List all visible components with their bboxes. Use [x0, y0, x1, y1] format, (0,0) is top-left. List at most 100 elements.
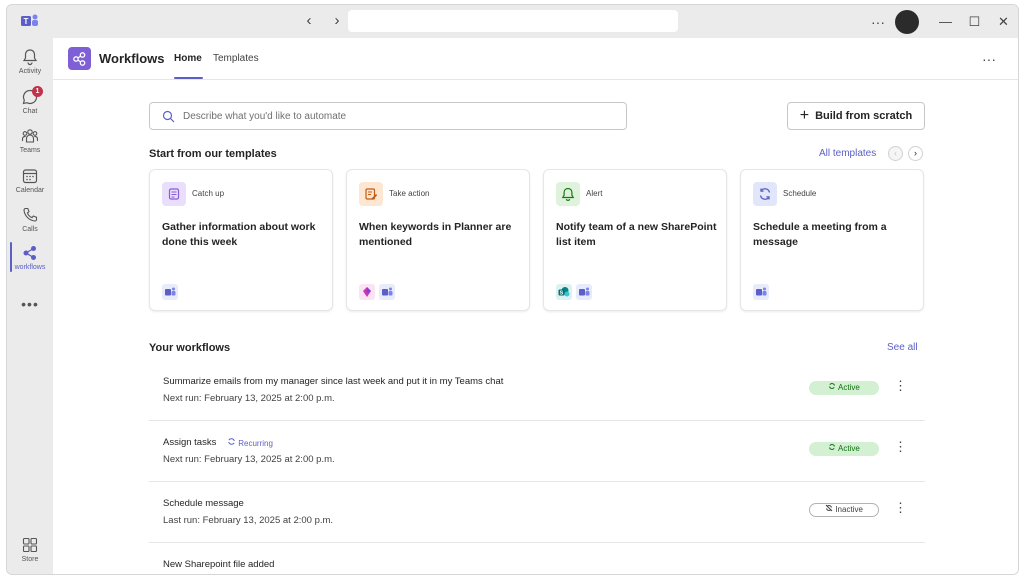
next-templates-button[interactable]: › [908, 146, 923, 161]
store-icon [22, 537, 38, 553]
rail-item-teams[interactable]: Teams [7, 127, 53, 163]
forward-arrow-icon[interactable]: › [329, 13, 345, 29]
card-title: When keywords in Planner are mentioned [359, 221, 512, 248]
card-category: Alert [586, 189, 603, 198]
rail-item-calls[interactable]: Calls [7, 206, 53, 242]
chat-badge: 1 [32, 86, 43, 97]
rail-item-workflows[interactable]: workflows [7, 244, 53, 280]
rail-item-store[interactable]: Store [7, 536, 53, 572]
rail-label: Calendar [15, 187, 45, 194]
status-label: Inactive [835, 505, 863, 514]
template-card-catch-up[interactable]: Catch up Gather information about work d… [149, 169, 333, 311]
plus-icon: + [799, 107, 810, 124]
alert-icon [556, 182, 580, 206]
sync-icon [829, 383, 836, 389]
workflow-run-time: Next run: February 13, 2025 at 2:00 p.m. [163, 393, 335, 404]
phone-icon [23, 207, 38, 222]
card-title: Gather information about work done this … [162, 221, 316, 248]
teams-window: T ‹ › ··· — ☐ ✕ Activity 1 Chat Teams Ca… [6, 4, 1019, 575]
workflow-row[interactable]: New Sharepoint file added [149, 544, 925, 574]
status-badge: Active [809, 381, 879, 395]
row-more-icon[interactable]: ⋮ [894, 378, 907, 394]
minimize-icon[interactable]: — [931, 14, 960, 29]
status-label: Active [837, 383, 860, 392]
all-templates-link[interactable]: All templates [819, 148, 876, 159]
teams-app-icon [379, 284, 395, 300]
tab-home[interactable]: Home [174, 53, 202, 64]
workflow-row[interactable]: Summarize emails from my manager since l… [149, 361, 925, 421]
describe-input[interactable] [183, 108, 613, 125]
card-category: Catch up [192, 189, 225, 198]
maximize-icon[interactable]: ☐ [960, 14, 989, 30]
header-more-icon[interactable]: ··· [982, 51, 996, 67]
workflows-section-title: Your workflows [149, 342, 231, 354]
global-search-box[interactable] [348, 10, 678, 32]
svg-text:T: T [24, 17, 29, 26]
workflow-name: Summarize emails from my manager since l… [163, 376, 504, 387]
settings-more-icon[interactable]: ··· [863, 14, 893, 30]
recurring-icon [228, 438, 235, 445]
main-content: Workflows Home Templates ··· + Build fro… [53, 38, 1018, 574]
teams-logo-icon[interactable]: T [21, 13, 39, 29]
schedule-icon [753, 182, 777, 206]
card-title: Schedule a meeting from a message [753, 221, 887, 248]
rail-item-activity[interactable]: Activity [7, 48, 53, 84]
bell-icon [22, 49, 38, 66]
status-badge: Inactive [809, 503, 879, 517]
teams-icon [21, 129, 39, 143]
workflow-run-time: Next run: February 13, 2025 at 2:00 p.m. [163, 454, 335, 465]
teams-app-icon [162, 284, 178, 300]
page-title: Workflows [99, 51, 165, 66]
rail-label: Chat [22, 108, 38, 115]
sharepoint-app-icon: S [556, 284, 572, 300]
workflow-row[interactable]: Assign tasks Recurring Next run: Februar… [149, 422, 925, 482]
rail-label: Teams [19, 147, 41, 154]
avatar[interactable] [895, 9, 919, 34]
workflow-name: Schedule message [163, 498, 244, 509]
rail-label: workflows [14, 264, 46, 271]
app-rail: Activity 1 Chat Teams Calendar Calls wor… [7, 38, 53, 574]
template-card-schedule[interactable]: Schedule Schedule a meeting from a messa… [740, 169, 924, 311]
more-apps-icon[interactable]: ••• [7, 296, 53, 312]
templates-section-title: Start from our templates [149, 148, 277, 160]
calendar-icon [22, 169, 38, 184]
rail-label: Store [21, 556, 39, 563]
tab-active-indicator [174, 77, 203, 79]
planner-app-icon [359, 284, 375, 300]
sync-off-icon [825, 504, 833, 512]
search-icon [162, 110, 175, 123]
rail-label: Calls [22, 226, 38, 233]
card-category: Take action [389, 189, 430, 198]
build-from-scratch-button[interactable]: + Build from scratch [787, 102, 925, 130]
workflow-run-time: Last run: February 13, 2025 at 2:00 p.m. [163, 515, 334, 526]
template-card-take-action[interactable]: Take action When keywords in Planner are… [346, 169, 530, 311]
rail-item-chat[interactable]: 1 Chat [7, 86, 53, 124]
close-icon[interactable]: ✕ [989, 14, 1018, 30]
tab-templates[interactable]: Templates [213, 53, 259, 64]
rail-label: Activity [18, 68, 42, 75]
recurring-tag: Recurring [227, 437, 273, 448]
status-label: Active [837, 444, 860, 453]
recurring-label: Recurring [238, 439, 273, 448]
teams-app-icon [753, 284, 769, 300]
card-title: Notify team of a new SharePoint list ite… [556, 221, 717, 248]
rail-item-calendar[interactable]: Calendar [7, 167, 53, 203]
see-all-link[interactable]: See all [887, 342, 918, 353]
catch-up-icon [162, 182, 186, 206]
workflows-app-icon [68, 47, 91, 70]
app-header: Workflows Home Templates ··· [53, 38, 1018, 80]
row-more-icon[interactable]: ⋮ [894, 500, 907, 516]
card-category: Schedule [783, 189, 817, 198]
workflow-name: New Sharepoint file added [163, 559, 275, 570]
title-bar: T ‹ › ··· — ☐ ✕ [7, 5, 1018, 38]
teams-app-icon [576, 284, 592, 300]
prev-templates-button[interactable]: ‹ [888, 146, 903, 161]
sync-icon [829, 444, 836, 450]
describe-automation-field[interactable] [149, 102, 627, 130]
workflows-icon [23, 246, 36, 260]
template-card-alert[interactable]: Alert Notify team of a new SharePoint li… [543, 169, 727, 311]
back-arrow-icon[interactable]: ‹ [301, 13, 317, 29]
row-more-icon[interactable]: ⋮ [894, 439, 907, 455]
workflow-row[interactable]: Schedule message Last run: February 13, … [149, 483, 925, 543]
build-button-label: Build from scratch [815, 110, 913, 122]
